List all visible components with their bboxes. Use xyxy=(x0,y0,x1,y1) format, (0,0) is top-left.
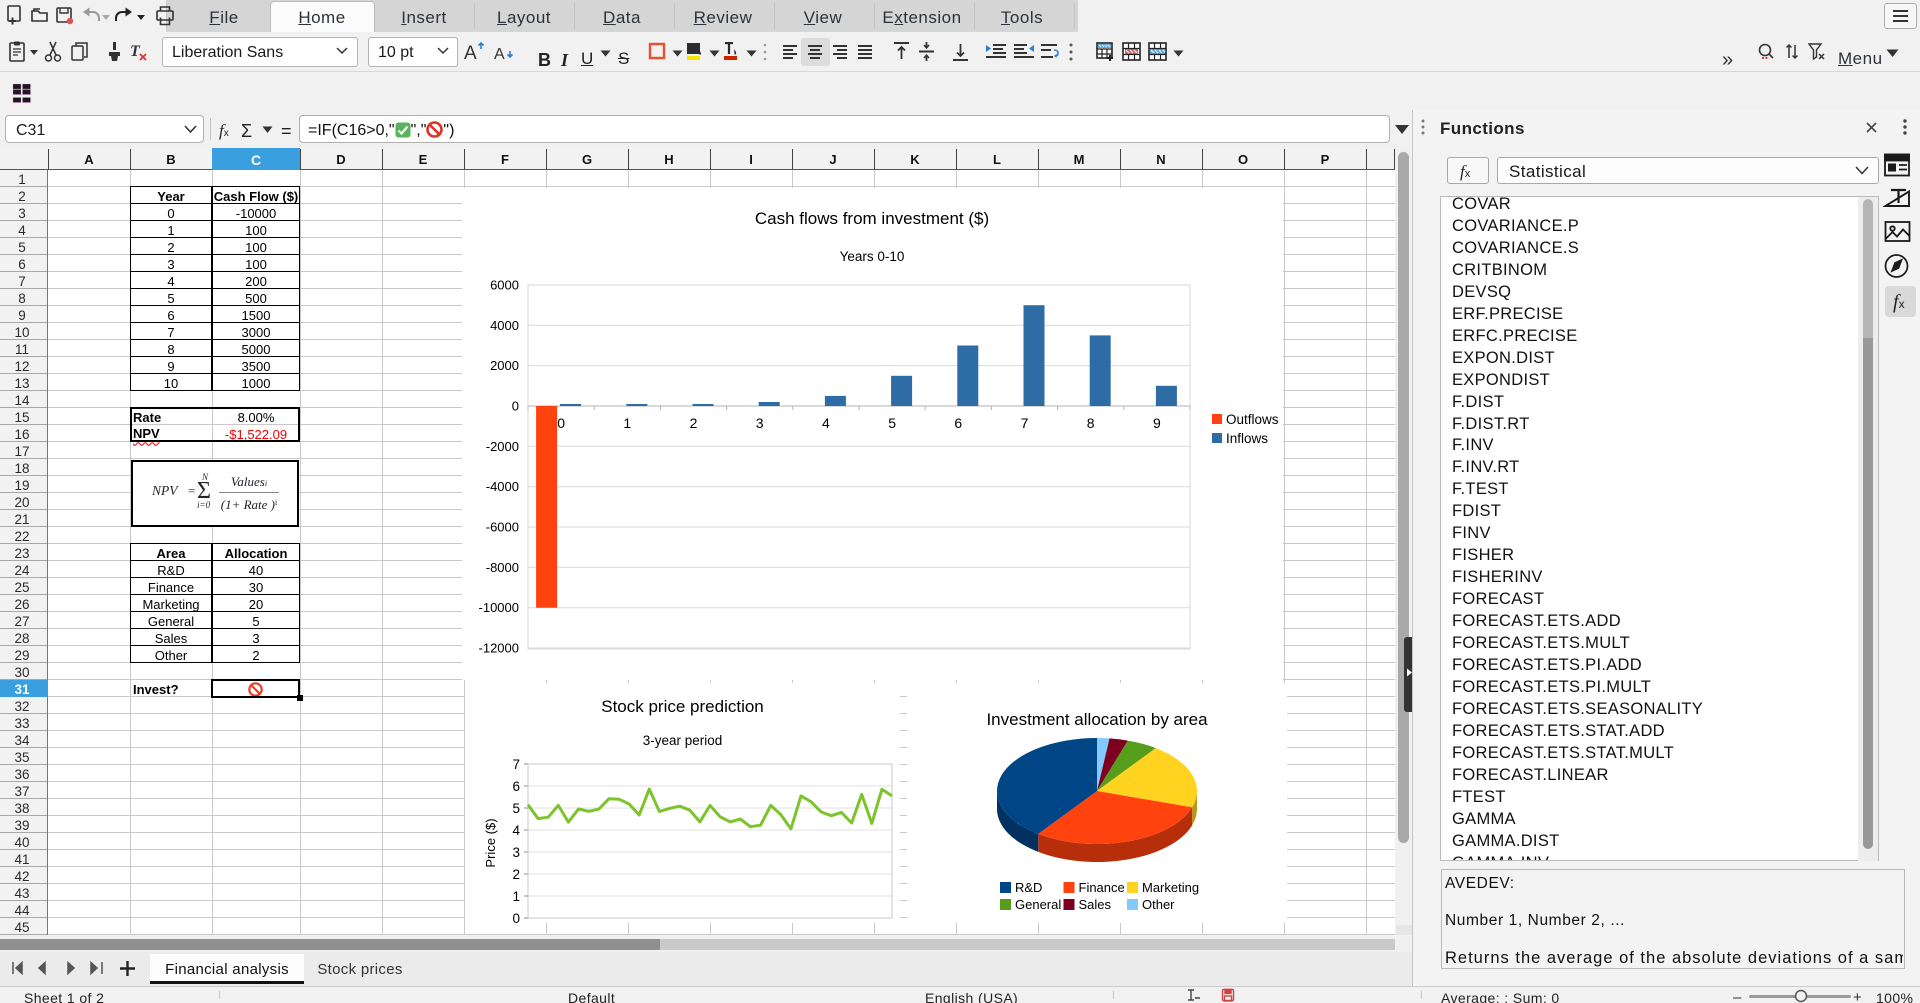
svg-text:Price ($): Price ($) xyxy=(483,818,498,867)
svg-text:4: 4 xyxy=(512,823,520,838)
svg-text:6000: 6000 xyxy=(490,278,519,293)
svg-text:7: 7 xyxy=(512,757,520,772)
svg-text:Inflows: Inflows xyxy=(1226,431,1268,446)
svg-text:Marketing: Marketing xyxy=(1142,880,1199,895)
svg-text:1: 1 xyxy=(623,415,631,431)
svg-text:3: 3 xyxy=(512,845,520,860)
svg-text:2: 2 xyxy=(512,867,520,882)
svg-text:6: 6 xyxy=(512,779,520,794)
svg-text:2000: 2000 xyxy=(490,358,519,373)
svg-text:Years 0-10: Years 0-10 xyxy=(840,249,905,264)
svg-text:-2000: -2000 xyxy=(486,439,519,454)
svg-text:-8000: -8000 xyxy=(486,560,519,575)
svg-text:0: 0 xyxy=(512,911,520,923)
svg-text:3-year period: 3-year period xyxy=(643,733,723,748)
svg-text:5: 5 xyxy=(512,801,520,816)
svg-text:Cash flows from investment ($): Cash flows from investment ($) xyxy=(755,209,989,228)
svg-text:-6000: -6000 xyxy=(486,520,519,535)
svg-text:9: 9 xyxy=(1153,415,1161,431)
svg-text:8: 8 xyxy=(1087,415,1095,431)
svg-text:7: 7 xyxy=(1021,415,1029,431)
svg-text:Sales: Sales xyxy=(1079,897,1112,912)
svg-text:4000: 4000 xyxy=(490,318,519,333)
svg-text:5: 5 xyxy=(888,415,896,431)
svg-text:6: 6 xyxy=(954,415,962,431)
svg-text:0: 0 xyxy=(512,399,519,414)
svg-text:A: A xyxy=(464,43,477,63)
svg-text:General: General xyxy=(1015,897,1061,912)
svg-text:Investment allocation by area: Investment allocation by area xyxy=(986,710,1208,729)
svg-text:A: A xyxy=(494,46,505,63)
svg-text:Finance: Finance xyxy=(1079,880,1125,895)
svg-text:3: 3 xyxy=(756,415,764,431)
svg-text:-10000: -10000 xyxy=(479,600,519,615)
svg-text:Other: Other xyxy=(1142,897,1175,912)
svg-text:Outflows: Outflows xyxy=(1226,412,1279,427)
svg-text:1: 1 xyxy=(512,889,520,904)
svg-text:4: 4 xyxy=(822,415,830,431)
svg-text:T: T xyxy=(130,43,141,60)
svg-text:0: 0 xyxy=(557,415,565,431)
svg-text:-4000: -4000 xyxy=(486,479,519,494)
svg-text:R&D: R&D xyxy=(1015,880,1042,895)
svg-text:Stock price prediction: Stock price prediction xyxy=(601,697,764,716)
svg-text:2: 2 xyxy=(690,415,698,431)
svg-text:-12000: -12000 xyxy=(479,641,519,656)
